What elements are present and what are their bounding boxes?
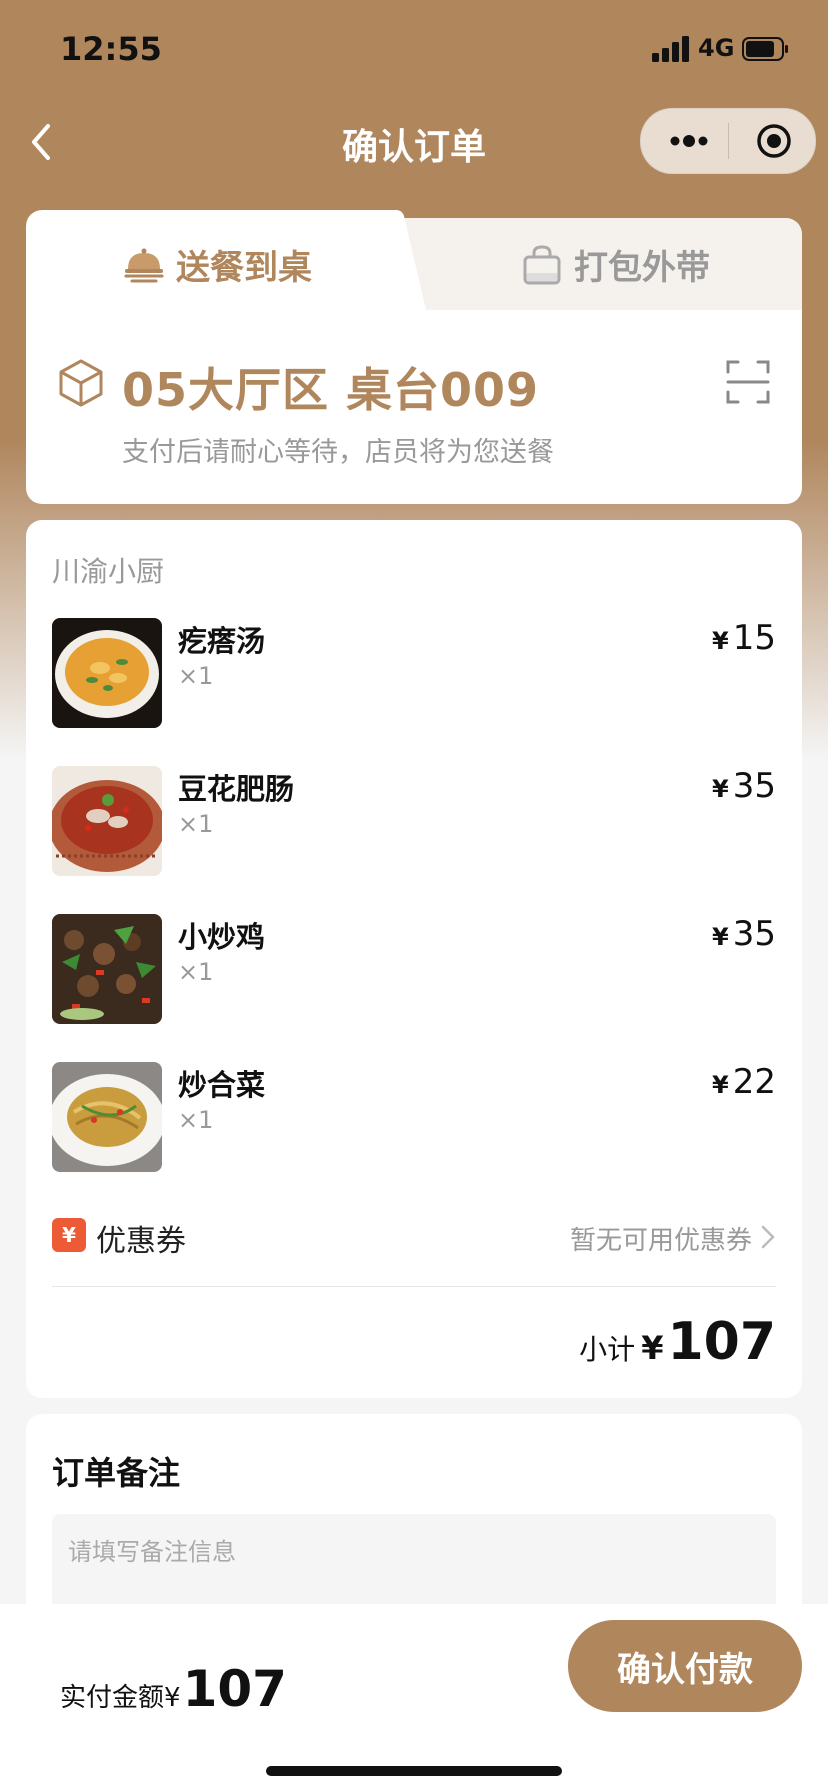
dish-item: 豆花肥肠 ×1 ¥35 xyxy=(52,766,776,878)
dish-item: 小炒鸡 ×1 ¥35 xyxy=(52,914,776,1026)
confirm-payment-button[interactable]: 确认付款 xyxy=(568,1620,802,1712)
subtotal: 小计 ¥ 107 xyxy=(579,1312,776,1372)
tab-takeaway-label: 打包外带 xyxy=(574,248,710,288)
dish-price: ¥15 xyxy=(712,618,776,658)
payment-label: 实付金额 xyxy=(60,1683,165,1713)
dish-price: ¥35 xyxy=(712,766,776,806)
delivery-card: 05大厅区 桌台009 支付后请耐心等待，店员将为您送餐 送餐到桌 打包外带 xyxy=(26,210,802,504)
subtotal-label: 小计 xyxy=(579,1333,636,1366)
dish-image xyxy=(52,618,162,728)
dish-name: 疙瘩汤 xyxy=(178,624,266,658)
coupon-badge-icon: ¥ xyxy=(52,1218,86,1252)
more-icon[interactable] xyxy=(659,117,719,165)
tab-dine-in-label: 送餐到桌 xyxy=(176,248,312,288)
dish-quantity: ×1 xyxy=(178,1106,214,1134)
status-time: 12:55 xyxy=(60,30,162,68)
dish-item: 疙瘩汤 ×1 ¥15 xyxy=(52,618,776,730)
payment-currency: ¥ xyxy=(164,1683,181,1713)
nav-bar: 确认订单 xyxy=(0,100,828,180)
close-miniprogram-icon[interactable] xyxy=(747,117,801,165)
dining-cloche-icon xyxy=(124,248,164,282)
battery-icon xyxy=(742,37,788,61)
tab-takeaway[interactable]: 打包外带 xyxy=(520,240,710,289)
table-box-icon xyxy=(59,359,103,407)
shop-name: 川渝小厨 xyxy=(52,555,165,588)
subtotal-amount: 107 xyxy=(667,1312,776,1372)
home-indicator xyxy=(266,1766,562,1776)
dish-quantity: ×1 xyxy=(178,958,214,986)
table-subtitle: 支付后请耐心等待，店员将为您送餐 xyxy=(122,437,554,468)
table-info: 05大厅区 桌台009 支付后请耐心等待，店员将为您送餐 xyxy=(26,310,802,504)
signal-icon xyxy=(652,36,689,62)
dish-name: 小炒鸡 xyxy=(178,920,266,954)
dish-name: 炒合菜 xyxy=(178,1068,266,1102)
divider xyxy=(52,1286,776,1287)
dish-item: 炒合菜 ×1 ¥22 xyxy=(52,1062,776,1174)
subtotal-currency: ¥ xyxy=(641,1329,664,1367)
miniprogram-capsule xyxy=(640,108,816,174)
dish-image xyxy=(52,766,162,876)
dish-quantity: ×1 xyxy=(178,662,214,690)
remark-title: 订单备注 xyxy=(52,1454,181,1492)
dish-image xyxy=(52,1062,162,1172)
table-name: 05大厅区 桌台009 xyxy=(122,363,540,417)
dish-quantity: ×1 xyxy=(178,810,214,838)
payment-total: 实付金额 ¥ 107 xyxy=(60,1660,287,1718)
scan-icon[interactable] xyxy=(726,360,770,404)
payment-amount: 107 xyxy=(182,1660,287,1718)
dish-name: 豆花肥肠 xyxy=(178,772,295,806)
coupon-status: 暂无可用优惠券 xyxy=(569,1226,752,1256)
capsule-divider xyxy=(728,123,729,159)
tab-dine-in[interactable]: 送餐到桌 xyxy=(122,240,312,289)
coupon-label: 优惠券 xyxy=(96,1224,186,1259)
dish-price: ¥22 xyxy=(712,1062,776,1102)
checkout-bar: 实付金额 ¥ 107 确认付款 xyxy=(0,1604,828,1792)
takeaway-bag-icon xyxy=(523,244,561,284)
coupon-row[interactable]: ¥ 优惠券 暂无可用优惠券 xyxy=(52,1210,776,1260)
network-type: 4G xyxy=(698,34,735,62)
status-bar: 12:55 4G xyxy=(0,0,828,100)
chevron-right-icon xyxy=(761,1225,775,1249)
dish-image xyxy=(52,914,162,1024)
dish-price: ¥35 xyxy=(712,914,776,954)
order-card: 川渝小厨 疙瘩汤 ×1 ¥15 豆花肥肠 ×1 ¥ 35 小炒鸡 ×1 ¥ 35… xyxy=(26,520,802,1398)
